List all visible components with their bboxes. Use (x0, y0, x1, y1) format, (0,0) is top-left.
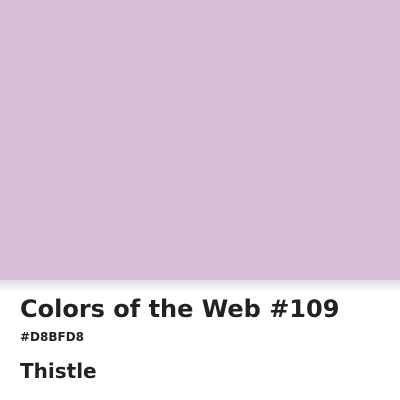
color-card: Colors of the Web #109 #D8BFD8 Thistle (0, 0, 400, 400)
color-hex-code: #D8BFD8 (20, 330, 85, 344)
color-swatch (0, 0, 400, 280)
color-name: Thistle (20, 359, 97, 383)
color-title: Colors of the Web #109 (20, 295, 340, 323)
swatch-shadow (0, 280, 400, 292)
